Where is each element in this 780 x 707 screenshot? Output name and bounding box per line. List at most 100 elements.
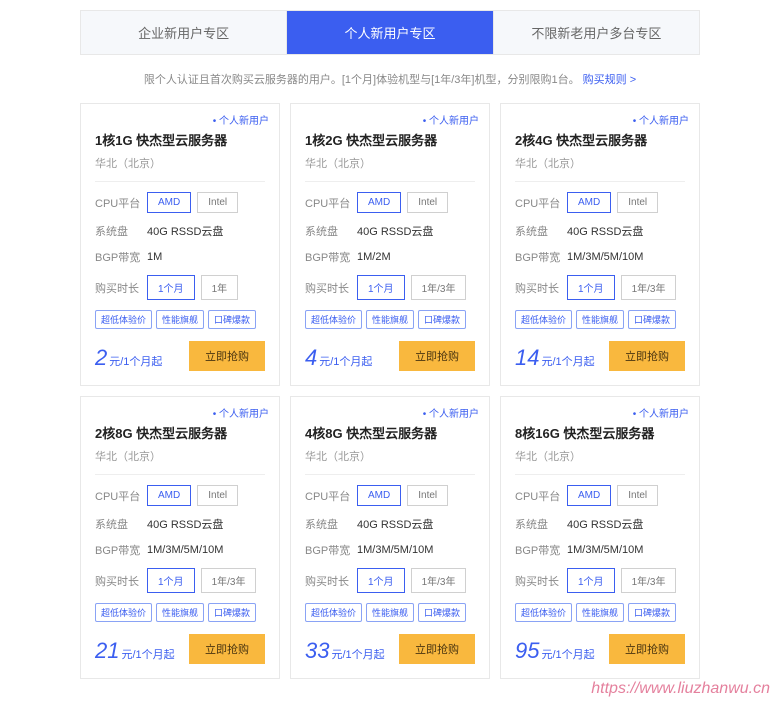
feature-tag: 超低体验价 — [95, 310, 152, 329]
duration-option[interactable]: 1年/3年 — [621, 568, 677, 593]
bgp-value: 1M — [147, 251, 162, 263]
price-number: 2 — [95, 345, 107, 371]
duration-label: 购买时长 — [95, 280, 147, 296]
duration-option[interactable]: 1个月 — [567, 275, 615, 300]
feature-tag: 性能旗舰 — [576, 310, 624, 329]
cpu-option[interactable]: Intel — [617, 485, 658, 506]
feature-tag: 性能旗舰 — [156, 310, 204, 329]
cpu-option[interactable]: AMD — [567, 192, 611, 213]
price-unit: 元/1个月起 — [109, 353, 162, 369]
cpu-label: CPU平台 — [515, 488, 567, 504]
price: 95元/1个月起 — [515, 638, 595, 664]
feature-tag: 性能旗舰 — [156, 603, 204, 622]
bgp-value: 1M/2M — [357, 251, 391, 263]
duration-option[interactable]: 1年/3年 — [621, 275, 677, 300]
price-number: 21 — [95, 638, 119, 664]
cpu-option[interactable]: Intel — [197, 192, 238, 213]
cpu-option[interactable]: Intel — [617, 192, 658, 213]
bgp-label: BGP带宽 — [515, 542, 567, 558]
product-card: 个人新用户1核1G 快杰型云服务器华北（北京）CPU平台AMDIntel系统盘4… — [80, 103, 280, 386]
disk-label: 系统盘 — [305, 516, 357, 532]
buy-button[interactable]: 立即抢购 — [399, 341, 475, 371]
card-title: 2核8G 快杰型云服务器 — [95, 423, 265, 442]
disk-label: 系统盘 — [95, 223, 147, 239]
duration-label: 购买时长 — [95, 573, 147, 589]
duration-option[interactable]: 1年/3年 — [411, 568, 467, 593]
card-title: 1核2G 快杰型云服务器 — [305, 130, 475, 149]
price: 21元/1个月起 — [95, 638, 175, 664]
disk-value: 40G RSSD云盘 — [357, 516, 433, 532]
cpu-option[interactable]: Intel — [407, 485, 448, 506]
user-badge: 个人新用户 — [633, 405, 689, 420]
desc-text: 限个人认证且首次购买云服务器的用户。[1个月]体验机型与[1年/3年]机型，分别… — [144, 74, 580, 86]
region-text: 华北（北京） — [515, 448, 685, 464]
cpu-option[interactable]: AMD — [357, 192, 401, 213]
duration-option[interactable]: 1个月 — [357, 568, 405, 593]
cpu-label: CPU平台 — [305, 488, 357, 504]
buy-button[interactable]: 立即抢购 — [399, 634, 475, 664]
duration-option[interactable]: 1年 — [201, 275, 239, 300]
feature-tags: 超低体验价性能旗舰口碑爆款 — [515, 603, 685, 622]
duration-option[interactable]: 1个月 — [147, 275, 195, 300]
buy-button[interactable]: 立即抢购 — [189, 634, 265, 664]
price-number: 33 — [305, 638, 329, 664]
duration-option[interactable]: 1个月 — [357, 275, 405, 300]
card-title: 8核16G 快杰型云服务器 — [515, 423, 685, 442]
tab-1[interactable]: 个人新用户专区 — [286, 11, 492, 54]
bgp-value: 1M/3M/5M/10M — [567, 544, 643, 556]
bgp-label: BGP带宽 — [305, 249, 357, 265]
buy-button[interactable]: 立即抢购 — [609, 341, 685, 371]
disk-value: 40G RSSD云盘 — [357, 223, 433, 239]
price-unit: 元/1个月起 — [121, 646, 174, 662]
price: 14元/1个月起 — [515, 345, 595, 371]
feature-tag: 口碑爆款 — [208, 603, 256, 622]
card-title: 1核1G 快杰型云服务器 — [95, 130, 265, 149]
region-text: 华北（北京） — [95, 448, 265, 464]
cpu-option[interactable]: Intel — [407, 192, 448, 213]
feature-tag: 超低体验价 — [305, 603, 362, 622]
disk-label: 系统盘 — [305, 223, 357, 239]
price-unit: 元/1个月起 — [541, 353, 594, 369]
cpu-option[interactable]: AMD — [357, 485, 401, 506]
buy-button[interactable]: 立即抢购 — [609, 634, 685, 664]
disk-label: 系统盘 — [515, 223, 567, 239]
tab-0[interactable]: 企业新用户专区 — [81, 11, 286, 54]
product-card: 个人新用户1核2G 快杰型云服务器华北（北京）CPU平台AMDIntel系统盘4… — [290, 103, 490, 386]
bgp-value: 1M/3M/5M/10M — [567, 251, 643, 263]
product-card: 个人新用户 2核8G 快杰型云服务器华北（北京） CPU平台AMD Intel 系统盘4… — [80, 396, 280, 679]
cpu-option[interactable]: AMD — [567, 485, 611, 506]
bgp-label: BGP带宽 — [95, 249, 147, 265]
category-tabs: 企业新用户专区个人新用户专区不限新老用户多台专区 — [80, 10, 700, 55]
card-title: 2核4G 快杰型云服务器 — [515, 130, 685, 149]
cpu-option[interactable]: Intel — [197, 485, 238, 506]
feature-tag: 性能旗舰 — [366, 310, 414, 329]
buy-button[interactable]: 立即抢购 — [189, 341, 265, 371]
feature-tag: 性能旗舰 — [576, 603, 624, 622]
duration-option[interactable]: 1年/3年 — [411, 275, 467, 300]
cpu-label: CPU平台 — [95, 488, 147, 504]
rules-link[interactable]: 购买规则 > — [583, 74, 636, 86]
duration-label: 购买时长 — [515, 573, 567, 589]
tab-2[interactable]: 不限新老用户多台专区 — [493, 11, 699, 54]
user-badge: 个人新用户 — [213, 405, 269, 420]
disk-value: 40G RSSD云盘 — [147, 516, 223, 532]
feature-tag: 口碑爆款 — [418, 310, 466, 329]
duration-label: 购买时长 — [515, 280, 567, 296]
feature-tags: 超低体验价性能旗舰口碑爆款 — [305, 310, 475, 329]
bgp-label: BGP带宽 — [515, 249, 567, 265]
duration-option[interactable]: 1个月 — [567, 568, 615, 593]
feature-tags: 超低体验价性能旗舰口碑爆款 — [305, 603, 475, 622]
feature-tag: 超低体验价 — [305, 310, 362, 329]
feature-tag: 超低体验价 — [515, 603, 572, 622]
duration-option[interactable]: 1个月 — [147, 568, 195, 593]
feature-tag: 性能旗舰 — [366, 603, 414, 622]
cpu-option[interactable]: AMD — [147, 485, 191, 506]
disk-label: 系统盘 — [95, 516, 147, 532]
cpu-label: CPU平台 — [95, 195, 147, 211]
cpu-option[interactable]: AMD — [147, 192, 191, 213]
zone-description: 限个人认证且首次购买云服务器的用户。[1个月]体验机型与[1年/3年]机型，分别… — [0, 71, 780, 87]
user-badge: 个人新用户 — [423, 405, 479, 420]
disk-label: 系统盘 — [515, 516, 567, 532]
duration-option[interactable]: 1年/3年 — [201, 568, 257, 593]
price-unit: 元/1个月起 — [541, 646, 594, 662]
